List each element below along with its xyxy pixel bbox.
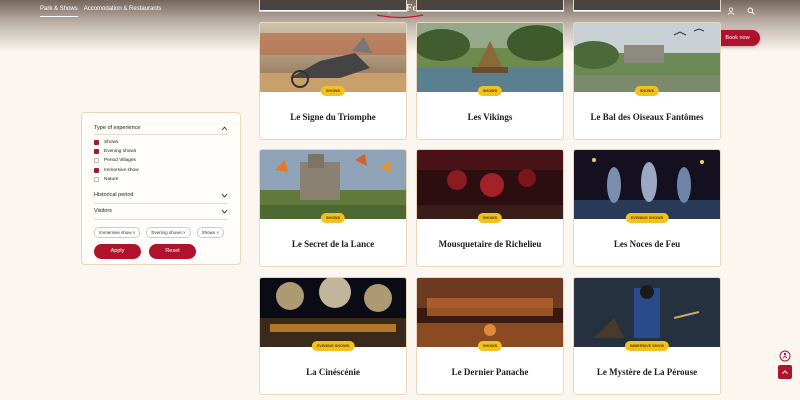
- show-card[interactable]: IMMERSIVE SHOW Le Mystère de La Pérouse: [573, 277, 721, 395]
- historical-period-toggle[interactable]: Historical period: [94, 188, 228, 204]
- user-icon[interactable]: [726, 6, 736, 16]
- visitors-label: Visitors: [94, 208, 112, 215]
- reset-button[interactable]: Reset: [149, 243, 196, 259]
- checkbox-checked[interactable]: [94, 140, 99, 146]
- show-title: Les Vikings: [467, 111, 513, 122]
- show-card[interactable]: SHOWS Le Bal des Oiseaux Fantômes: [573, 22, 721, 140]
- chip-label: Immersive show: [99, 229, 132, 235]
- search-icon[interactable]: [746, 6, 756, 16]
- show-title: Mousquetaire de Richelieu: [438, 238, 542, 249]
- accessibility-icon[interactable]: [778, 349, 792, 363]
- show-card[interactable]: SHOWS Le Secret de la Lance: [259, 149, 407, 267]
- option-label: Immersive show: [104, 167, 139, 173]
- show-image: [417, 150, 563, 219]
- chip-label: Evening shows: [151, 229, 182, 235]
- chip-label: Shows: [201, 229, 216, 235]
- show-image: [417, 23, 563, 92]
- option-shows[interactable]: Shows: [94, 138, 228, 147]
- historical-period-label: Historical period: [94, 192, 134, 199]
- filter-actions: Apply Reset: [94, 243, 228, 259]
- filter-panel: Type of experience Shows Evening shows P…: [81, 112, 241, 265]
- card-top-fragment: [573, 0, 721, 12]
- option-label: Shows: [104, 140, 119, 146]
- show-card[interactable]: SHOWS Le Signe du Triomphe: [259, 22, 407, 140]
- show-card[interactable]: EVENING SHOWS La Cinéscénie: [259, 277, 407, 395]
- show-title: La Cinéscénie: [306, 366, 360, 377]
- main-nav: Park & Shows Accomodation & Restaurants: [40, 6, 161, 17]
- show-image: [417, 278, 563, 347]
- chevron-down-icon: [221, 193, 228, 198]
- show-title: Le Bal des Oiseaux Fantômes: [590, 111, 704, 122]
- logo-swoosh-icon: [376, 14, 424, 19]
- close-icon[interactable]: ×: [183, 230, 186, 235]
- checkbox-unchecked[interactable]: [94, 176, 99, 182]
- checkbox-unchecked[interactable]: [94, 158, 99, 164]
- option-label: Nature: [104, 176, 119, 182]
- experience-options: Shows Evening shows Period Villages Imme…: [94, 135, 228, 188]
- chevron-down-icon: [221, 209, 228, 214]
- option-evening-shows[interactable]: Evening shows: [94, 147, 228, 156]
- show-title: Les Noces de Feu: [613, 238, 681, 249]
- show-card[interactable]: SHOWS Mousquetaire de Richelieu: [416, 149, 564, 267]
- checkbox-checked[interactable]: [94, 149, 99, 155]
- option-label: Period Villages: [104, 158, 136, 164]
- show-image: [260, 278, 406, 347]
- option-label: Evening shows: [104, 149, 137, 155]
- visitors-toggle[interactable]: Visitors: [94, 204, 228, 220]
- show-title: Le Signe du Triomphe: [290, 111, 376, 122]
- nav-park-shows[interactable]: Park & Shows: [40, 6, 78, 17]
- type-of-experience-toggle[interactable]: Type of experience: [94, 122, 228, 135]
- close-icon[interactable]: ×: [133, 230, 136, 235]
- arrow-up-icon[interactable]: [778, 365, 792, 379]
- show-image: [574, 150, 720, 219]
- option-period-villages[interactable]: Period Villages: [94, 156, 228, 165]
- chip-evening-shows[interactable]: Evening shows ×: [146, 226, 191, 238]
- option-nature[interactable]: Nature: [94, 175, 228, 184]
- chip-shows[interactable]: Shows ×: [196, 226, 225, 238]
- show-title: Le Secret de la Lance: [291, 238, 375, 249]
- nav-accommodation-restaurants[interactable]: Accomodation & Restaurants: [84, 6, 162, 17]
- apply-button[interactable]: Apply: [94, 243, 141, 259]
- show-card[interactable]: SHOWS Les Vikings: [416, 22, 564, 140]
- show-card[interactable]: SHOWS Le Dernier Panache: [416, 277, 564, 395]
- checkbox-checked[interactable]: [94, 167, 99, 173]
- chip-immersive-show[interactable]: Immersive show ×: [94, 226, 141, 238]
- type-of-experience-label: Type of experience: [94, 125, 141, 131]
- show-image: [260, 150, 406, 219]
- book-now-label: Book now: [725, 35, 750, 41]
- show-image: [574, 23, 720, 92]
- option-immersive-show[interactable]: Immersive show: [94, 166, 228, 175]
- close-icon[interactable]: ×: [216, 230, 219, 235]
- show-image: [574, 278, 720, 347]
- active-filter-chips: Immersive show × Evening shows × Shows ×: [94, 226, 228, 238]
- show-title: Le Dernier Panache: [451, 366, 529, 377]
- show-title: Le Mystère de La Pérouse: [596, 366, 698, 377]
- card-top-fragment: [416, 0, 564, 12]
- chevron-up-icon: [221, 126, 228, 130]
- show-image: [260, 23, 406, 92]
- card-top-fragment: [259, 0, 407, 12]
- show-card[interactable]: EVENING SHOWS Les Noces de Feu: [573, 149, 721, 267]
